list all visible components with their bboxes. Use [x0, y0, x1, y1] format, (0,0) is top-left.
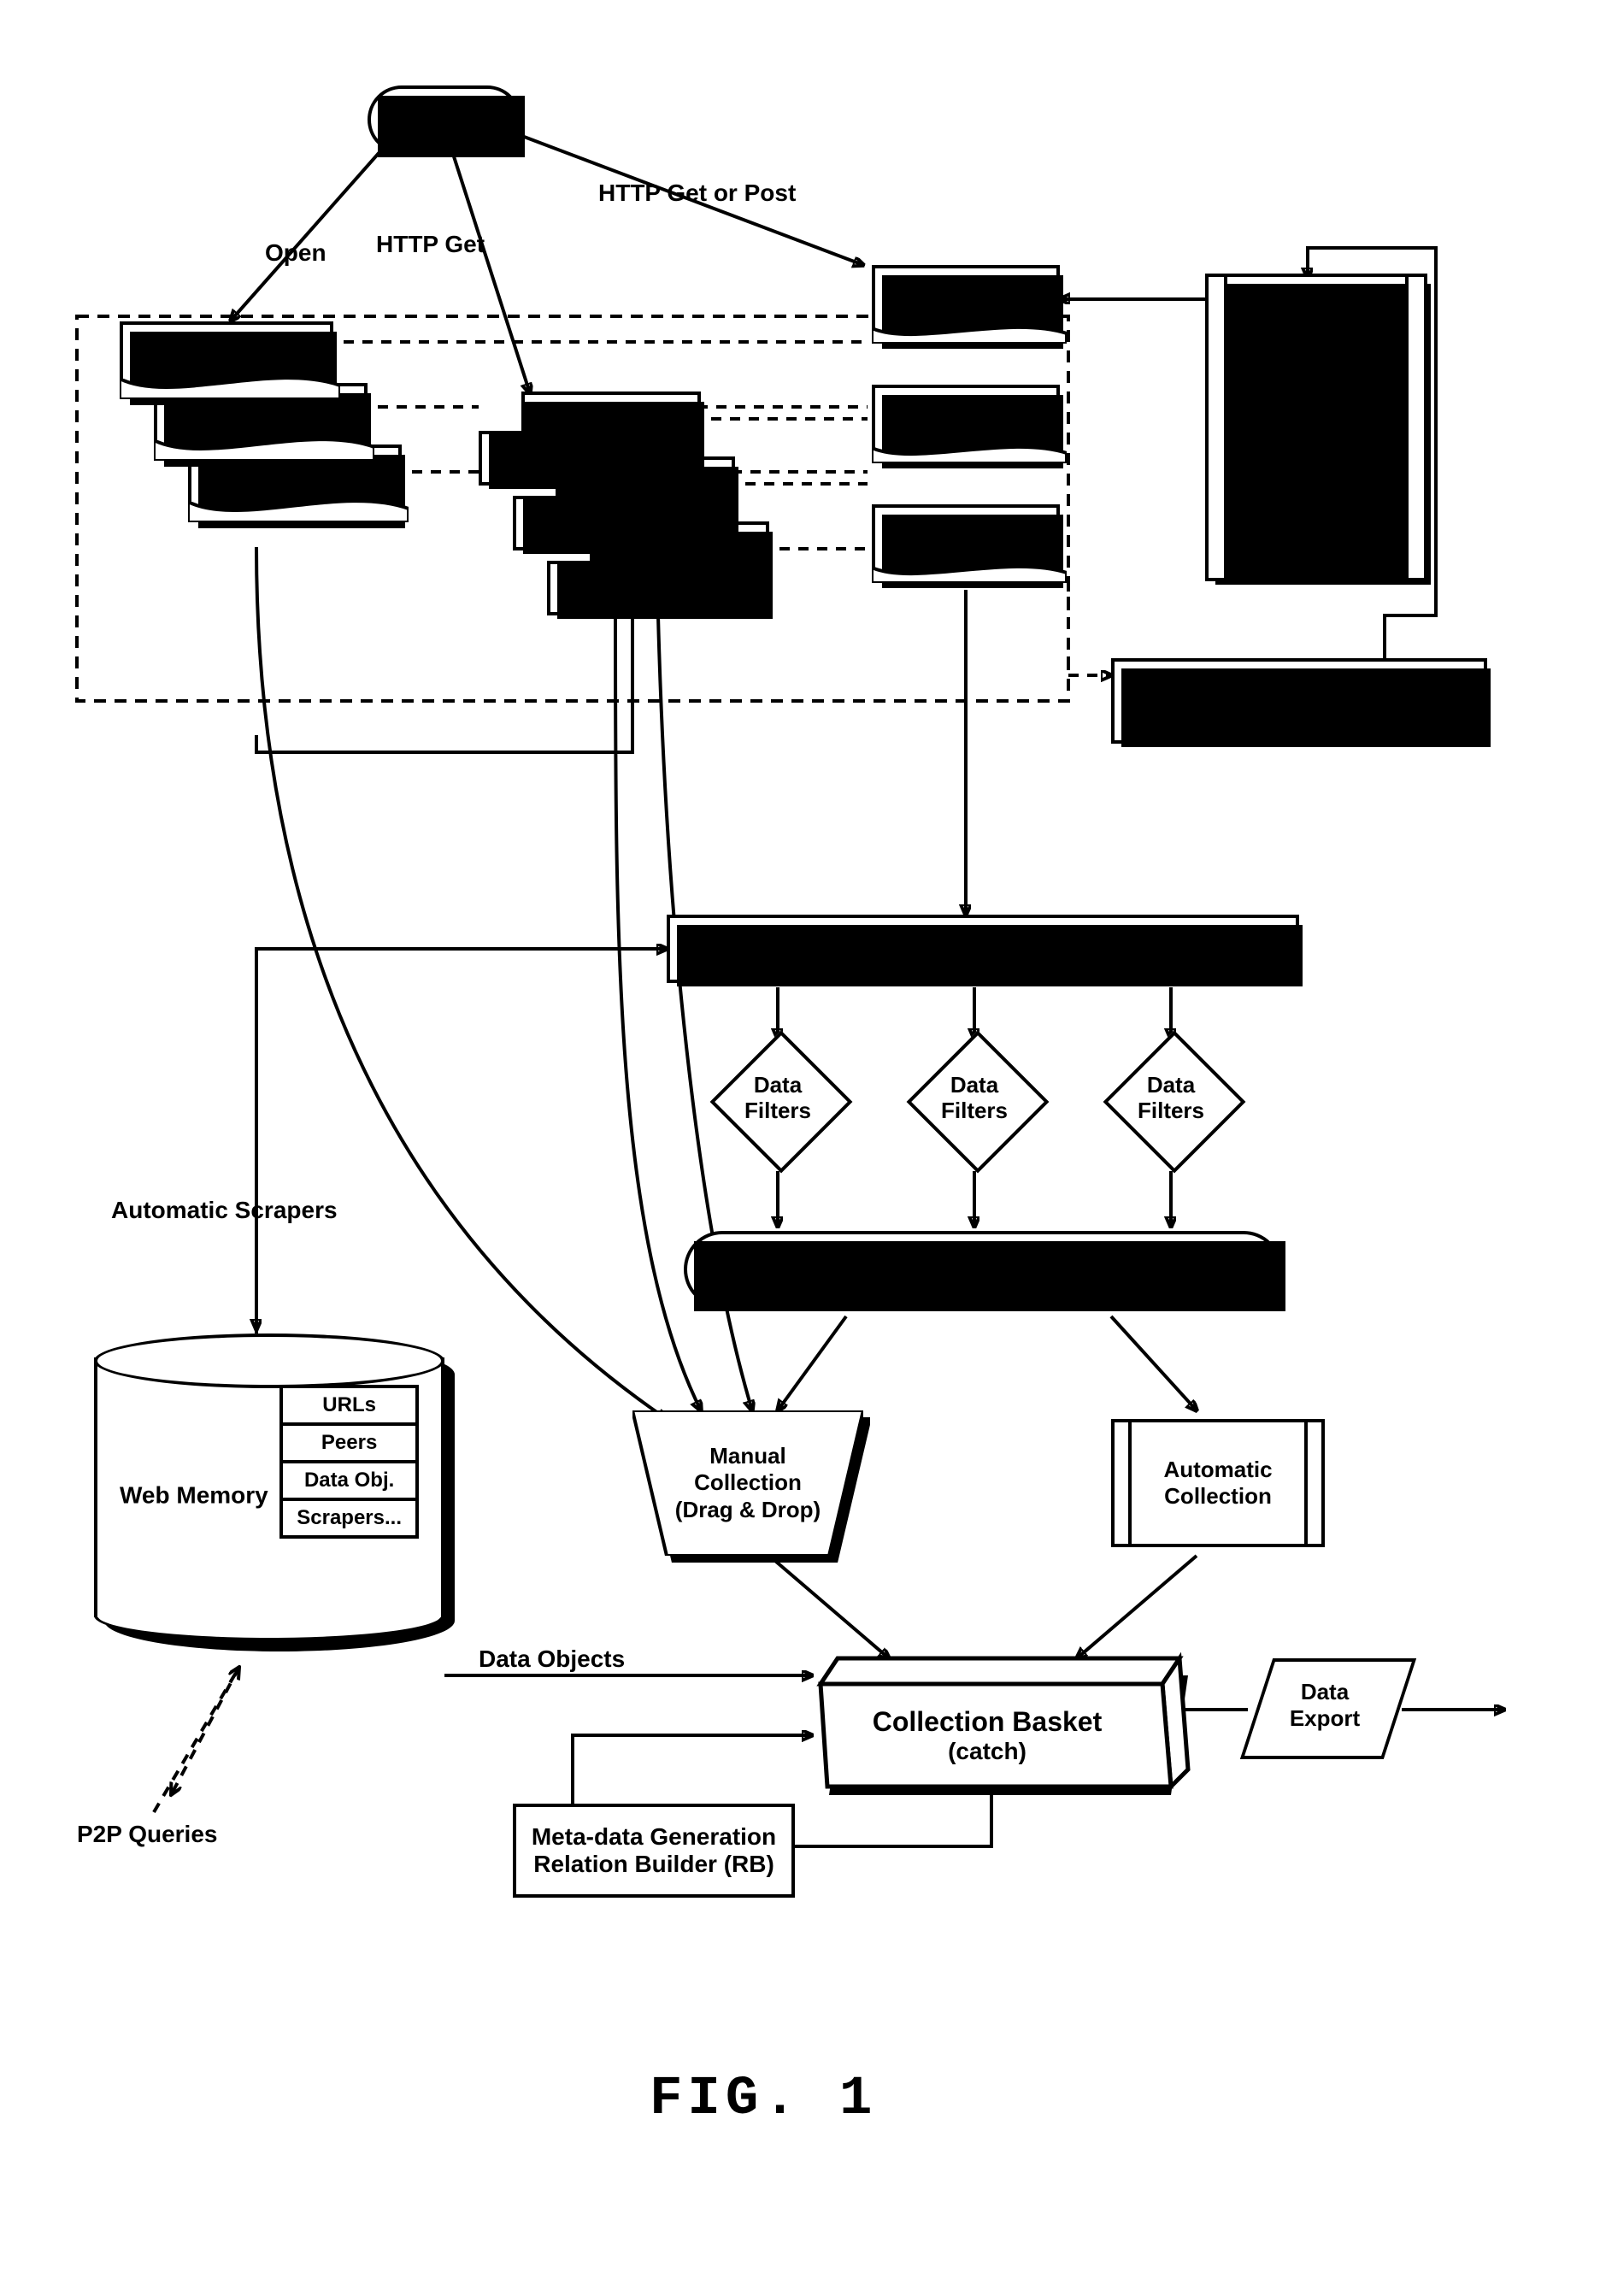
- tabulated-display-node: Tabulated Display of Results: [684, 1231, 1282, 1308]
- document-node-1: Document: [120, 321, 333, 398]
- filter-label: Data: [950, 1072, 998, 1098]
- web-memory-list: URLs Peers Data Obj. Scrapers...: [279, 1385, 419, 1539]
- data-export-label: Data: [1301, 1679, 1349, 1704]
- document-label: Document: [168, 348, 285, 375]
- search-results-label: Search Engine: [889, 279, 1044, 305]
- auto-collection-label: Automatic: [1163, 1457, 1272, 1483]
- web-memory-row: Peers: [283, 1426, 415, 1463]
- data-export-node: Data Export: [1256, 1658, 1393, 1752]
- web-memory-title: Web Memory: [120, 1482, 268, 1510]
- filter-label: Filters: [1138, 1098, 1204, 1123]
- nav-recog-label: (Lists,Prev/Next,SiteMaps...): [1138, 701, 1459, 728]
- webpage-label: Web Page: [520, 425, 659, 452]
- webpage-node-1: Web Page: [479, 391, 701, 486]
- data-export-label: Export: [1290, 1705, 1360, 1731]
- auto-browsing-label: (one-click: [1264, 427, 1368, 454]
- search-results-node-2: Search Engine results 2 ...: [872, 385, 1060, 462]
- collection-basket-label: Collection Basket: [873, 1706, 1103, 1738]
- user-node: User: [368, 85, 521, 154]
- edge-http-get: HTTP Get: [376, 231, 485, 258]
- filter-label: Data: [754, 1072, 802, 1098]
- user-label: User: [416, 105, 474, 134]
- data-filter-node-1: DataFilters: [731, 1051, 825, 1145]
- webpage-label: Web Page: [554, 490, 693, 517]
- asr-label: Automatic Structure Recognition (ASR): [759, 935, 1207, 963]
- edge-data-objects: Data Objects: [479, 1645, 625, 1673]
- search-results-label: Search Engine: [889, 518, 1044, 545]
- data-filter-node-3: DataFilters: [1124, 1051, 1218, 1145]
- automatic-collection-node: Automatic Collection: [1111, 1419, 1325, 1547]
- document-label: Document: [237, 471, 354, 498]
- manual-collection-label: Manual: [709, 1443, 786, 1469]
- asr-node: Automatic Structure Recognition (ASR): [667, 915, 1299, 983]
- web-memory-row: URLs: [283, 1388, 415, 1426]
- document-label: Document: [203, 409, 320, 437]
- auto-browsing-label: automation): [1253, 454, 1380, 480]
- edge-automatic-scrapers: Automatic Scrapers: [111, 1197, 338, 1224]
- filter-label: Data: [1147, 1072, 1195, 1098]
- edge-http-get-or-post: HTTP Get or Post: [598, 180, 796, 207]
- metadata-label: Meta-data Generation: [532, 1823, 776, 1851]
- webpage-label: Web Page: [588, 555, 727, 582]
- web-memory-row: Scrapers...: [283, 1501, 415, 1535]
- manual-collection-node: Manual Collection (Drag & Drop): [632, 1410, 863, 1556]
- filter-label: Filters: [941, 1098, 1008, 1123]
- search-results-node-3: Search Engine results ...n: [872, 504, 1060, 581]
- auto-browsing-label: Automatic: [1262, 374, 1370, 401]
- auto-collection-label: Collection: [1164, 1483, 1272, 1510]
- navigation-recognition-node: Navigation Recognition (Lists,Prev/Next,…: [1111, 658, 1487, 744]
- edge-open: Open: [265, 239, 326, 267]
- tabulated-label: Tabulated Display of Results: [821, 1256, 1146, 1283]
- figure-caption: FIG. 1: [650, 2069, 877, 2130]
- manual-collection-label: Collection: [694, 1469, 802, 1495]
- web-memory-node: Web Memory URLs Peers Data Obj. Scrapers…: [94, 1333, 444, 1641]
- metadata-generation-node: Meta-data Generation Relation Builder (R…: [513, 1804, 795, 1898]
- auto-browsing-label: Browsing: [1266, 401, 1367, 427]
- metadata-label: Relation Builder (RB): [533, 1851, 774, 1878]
- manual-collection-label: (Drag & Drop): [675, 1497, 821, 1522]
- collection-basket-label: (catch): [948, 1738, 1026, 1765]
- diagram-page: { "user": "User", "edge_labels": { "open…: [0, 0, 1600, 2296]
- edge-p2p-queries: P2P Queries: [77, 1821, 217, 1848]
- nav-recog-label: Navigation Recognition: [1166, 674, 1433, 701]
- collection-basket-node: Collection Basket (catch): [812, 1650, 1179, 1782]
- data-filter-node-2: DataFilters: [927, 1051, 1021, 1145]
- search-results-label: Search Engine: [889, 398, 1044, 425]
- web-memory-row: Data Obj.: [283, 1463, 415, 1501]
- filter-label: Filters: [744, 1098, 811, 1123]
- search-results-node-1: Search Engine results 1: [872, 265, 1060, 342]
- automatic-browsing-node: Automatic Browsing (one-click automation…: [1205, 274, 1427, 581]
